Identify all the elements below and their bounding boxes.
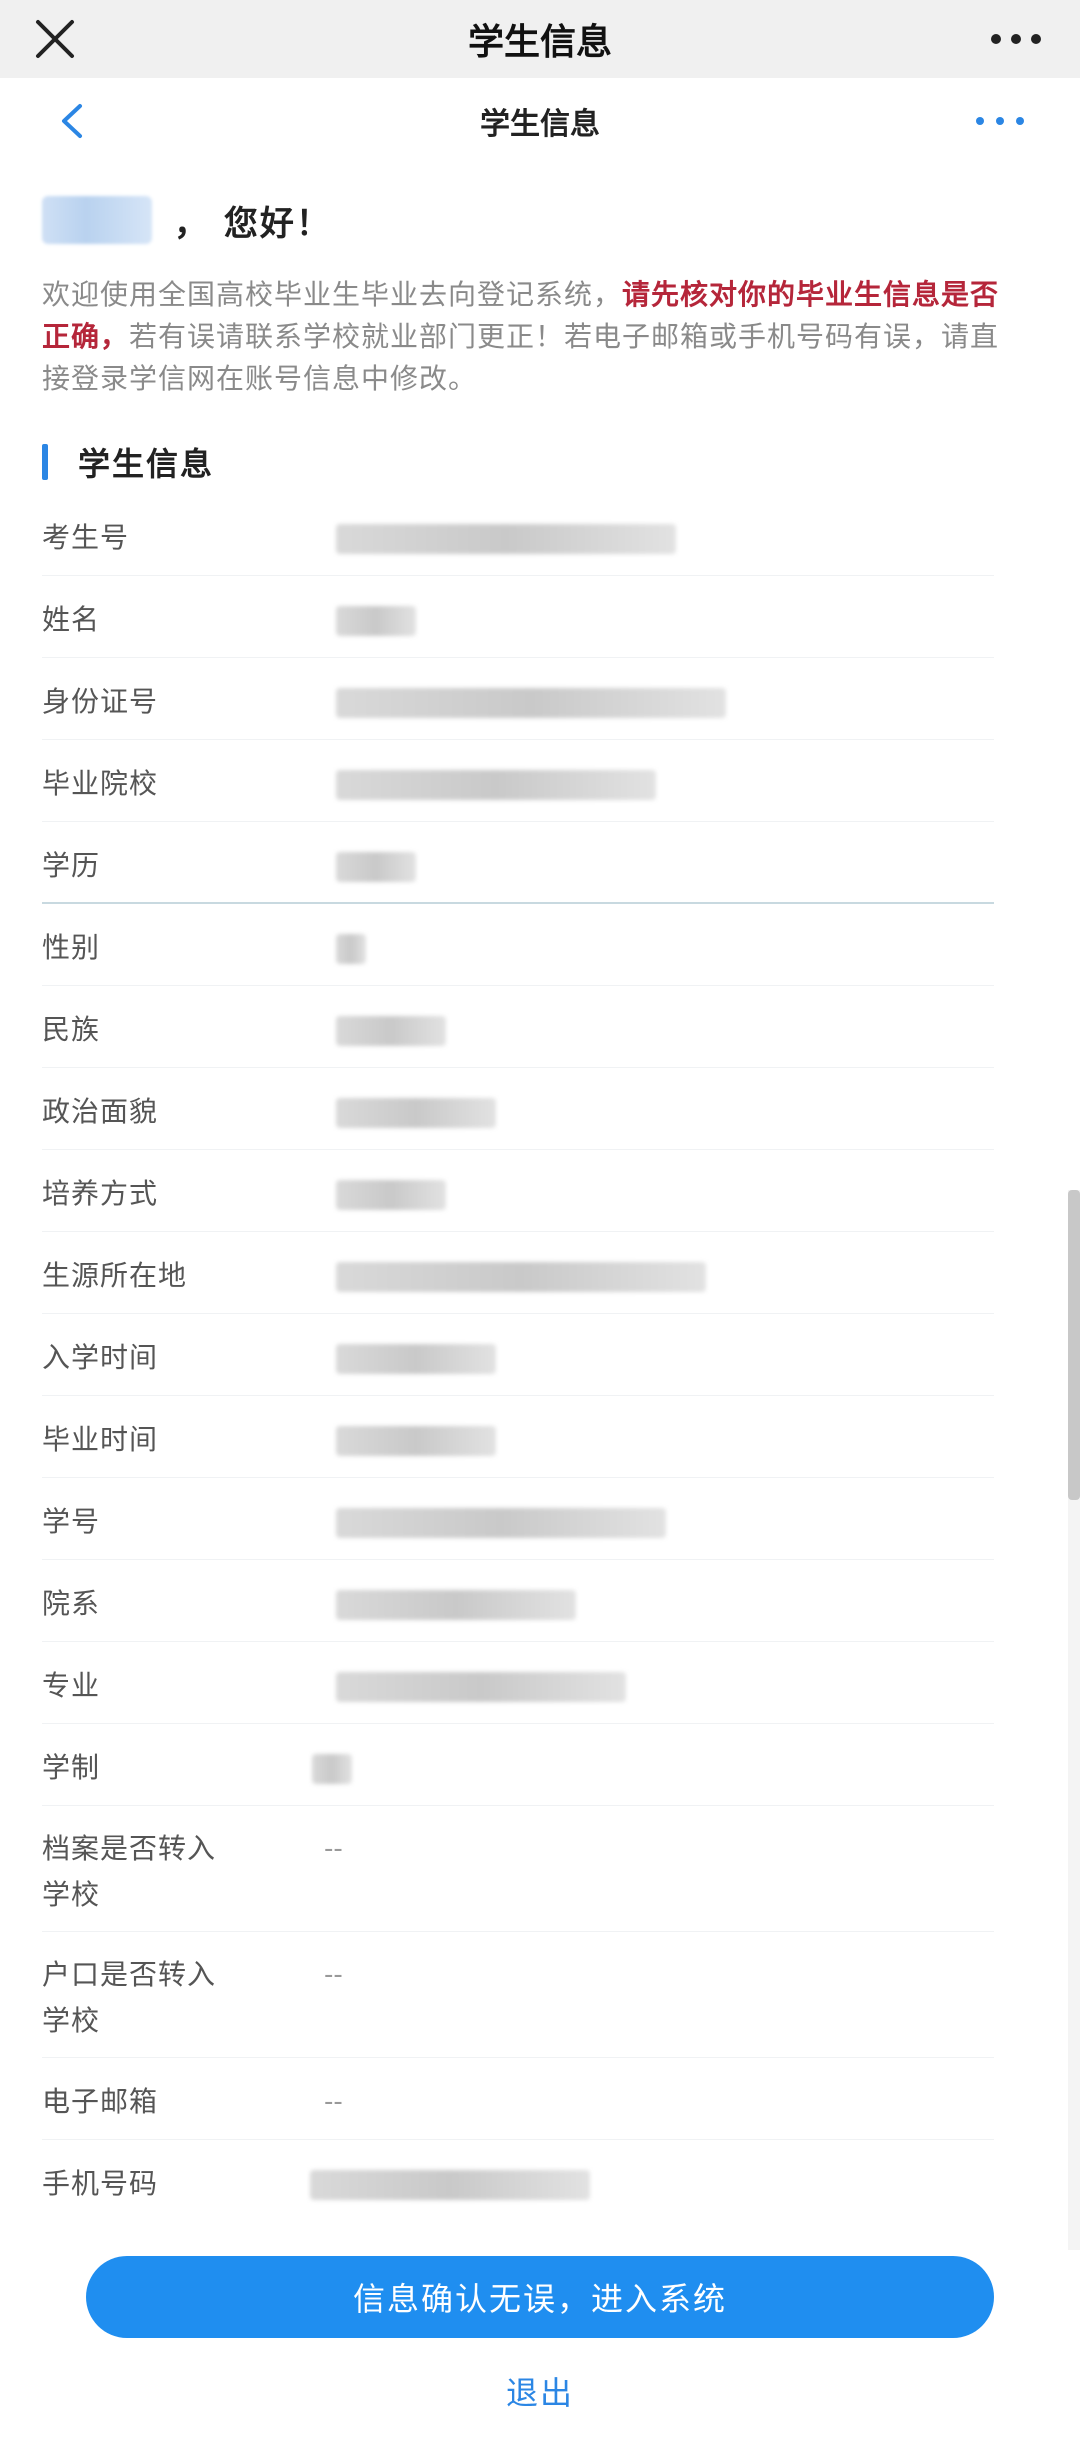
field-label: 政治面貌 — [42, 1095, 159, 1128]
field-value: -- — [324, 1834, 343, 1864]
field-label: 户口是否转入 学校 — [42, 1958, 217, 2037]
redacted-value — [312, 1754, 352, 1784]
field-row-ethnicity: 民族 — [0, 986, 1080, 1068]
section-header: 学生信息 — [42, 442, 215, 483]
redacted-value — [336, 1672, 626, 1702]
window-title: 学生信息 — [467, 22, 612, 63]
field-row-exam-number: 考生号 — [0, 494, 1080, 576]
intro-text: 欢迎使用全国高校毕业生毕业去向登记系统，请先核对你的毕业生信息是否正确，若有误请… — [42, 274, 1022, 400]
field-value: -- — [324, 2087, 343, 2117]
confirm-enter-button[interactable]: 信息确认无误，进入系统 — [86, 2256, 994, 2338]
field-row-enrollment-date: 入学时间 — [0, 1314, 1080, 1396]
field-label: 学历 — [42, 849, 101, 882]
field-row-major: 专业 — [0, 1642, 1080, 1724]
redacted-user-name — [42, 196, 152, 244]
redacted-value — [336, 1590, 576, 1620]
field-row-school: 毕业院校 — [0, 740, 1080, 822]
redacted-value — [336, 1180, 446, 1210]
redacted-value — [336, 1508, 666, 1538]
field-label: 电子邮箱 — [42, 2085, 159, 2118]
field-row-name: 姓名 — [0, 576, 1080, 658]
field-row-hukou-transfer: 户口是否转入 学校 -- — [0, 1932, 1080, 2058]
page-title: 学生信息 — [480, 107, 600, 142]
field-label: 性别 — [42, 931, 101, 964]
field-row-program-length: 学制 — [0, 1724, 1080, 1806]
redacted-value — [336, 852, 416, 882]
intro-part1: 欢迎使用全国高校毕业生毕业去向登记系统， — [42, 278, 623, 311]
field-row-political-status: 政治面貌 — [0, 1068, 1080, 1150]
field-row-training-mode: 培养方式 — [0, 1150, 1080, 1232]
greeting-text: ， 您好！ — [174, 203, 332, 244]
chevron-left-icon[interactable] — [52, 100, 92, 142]
intro-part2: 若有误请联系学校就业部门更正！若电子邮箱或手机号码有误，请直接登录学信网在账号信… — [42, 320, 1000, 395]
field-label: 培养方式 — [42, 1177, 159, 1210]
field-row-student-id: 学号 — [0, 1478, 1080, 1560]
section-title: 学生信息 — [78, 445, 215, 483]
redacted-value — [336, 524, 676, 554]
redacted-value — [310, 2170, 590, 2200]
section-accent-bar — [42, 444, 48, 480]
field-label: 学号 — [42, 1505, 101, 1538]
field-label: 手机号码 — [42, 2167, 159, 2200]
page-nav-bar: 学生信息 — [0, 78, 1080, 164]
field-row-gender: 性别 — [0, 904, 1080, 986]
redacted-value — [336, 1344, 496, 1374]
field-label: 毕业院校 — [42, 767, 159, 800]
field-row-graduation-date: 毕业时间 — [0, 1396, 1080, 1478]
field-label: 身份证号 — [42, 685, 159, 718]
field-label: 档案是否转入 学校 — [42, 1832, 217, 1911]
field-label: 姓名 — [42, 603, 101, 636]
field-label: 专业 — [42, 1669, 101, 1702]
field-row-id-number: 身份证号 — [0, 658, 1080, 740]
redacted-value — [336, 1016, 446, 1046]
redacted-value — [336, 934, 366, 964]
field-value: -- — [324, 1960, 343, 1990]
student-info-list: 考生号 姓名 身份证号 毕业院校 学历 性别 民族 政治面貌 培养方式 生源所在… — [0, 494, 1080, 2222]
redacted-value — [336, 1098, 496, 1128]
scrollbar-thumb[interactable] — [1068, 1190, 1080, 1500]
field-label: 生源所在地 — [42, 1259, 188, 1292]
redacted-value — [336, 688, 726, 718]
window-title-bar: 学生信息 — [0, 0, 1080, 78]
field-row-department: 院系 — [0, 1560, 1080, 1642]
field-row-degree: 学历 — [0, 822, 1080, 904]
redacted-value — [336, 770, 656, 800]
greeting: ， 您好！ — [42, 190, 332, 250]
field-row-archive-transfer: 档案是否转入 学校 -- — [0, 1806, 1080, 1932]
exit-link[interactable]: 退出 — [0, 2368, 1080, 2414]
redacted-value — [336, 1262, 706, 1292]
field-label: 学制 — [42, 1751, 101, 1784]
field-label: 入学时间 — [42, 1341, 159, 1374]
redacted-value — [336, 1426, 496, 1456]
field-label: 毕业时间 — [42, 1423, 159, 1456]
field-row-origin-region: 生源所在地 — [0, 1232, 1080, 1314]
field-label: 院系 — [42, 1587, 101, 1620]
field-label: 民族 — [42, 1013, 101, 1046]
field-label: 考生号 — [42, 521, 130, 554]
field-row-phone: 手机号码 — [0, 2140, 1080, 2222]
more-dots-icon[interactable] — [970, 100, 1030, 142]
more-dots-icon[interactable] — [986, 14, 1046, 64]
field-row-email: 电子邮箱 -- — [0, 2058, 1080, 2140]
close-icon[interactable] — [30, 14, 80, 64]
redacted-value — [336, 606, 416, 636]
